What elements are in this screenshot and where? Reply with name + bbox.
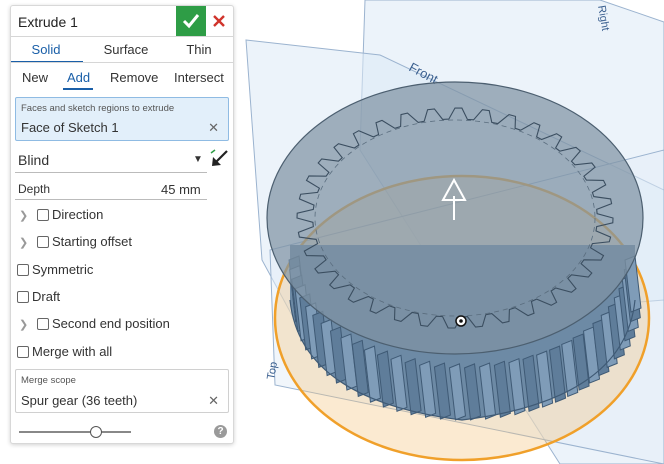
accept-button[interactable] [176, 6, 206, 36]
arrow-down-left-icon [210, 149, 228, 166]
clear-faces-icon[interactable]: ✕ [208, 120, 219, 136]
tab-solid[interactable]: Solid [21, 42, 71, 57]
end-type-underline [15, 172, 207, 173]
help-icon[interactable]: ? [214, 425, 227, 438]
tab-thin[interactable]: Thin [179, 42, 219, 57]
clear-merge-scope-icon[interactable]: ✕ [208, 393, 219, 409]
depth-label: Depth [18, 182, 51, 196]
close-icon [213, 15, 225, 27]
chevron-right-icon[interactable]: ❯ [19, 318, 28, 331]
history-slider-track[interactable] [19, 431, 131, 433]
title-divider [11, 36, 233, 37]
symmetric-label: Symmetric [32, 262, 94, 277]
merge-with-all-checkbox[interactable] [17, 346, 29, 358]
flip-direction-icon[interactable] [209, 148, 229, 171]
merge-with-all-label: Merge with all [32, 344, 113, 359]
tabs-divider [11, 62, 233, 63]
faces-selection-field[interactable]: Faces and sketch regions to extrude Face… [15, 97, 229, 141]
direction-label: Direction [52, 207, 104, 222]
draft-checkbox[interactable] [17, 291, 29, 303]
tab-surface[interactable]: Surface [96, 42, 156, 57]
starting-offset-checkbox[interactable] [37, 236, 49, 248]
second-end-checkbox[interactable] [37, 318, 49, 330]
operation-add[interactable]: Add [67, 70, 90, 85]
symmetric-checkbox[interactable] [17, 264, 29, 276]
dialog-title: Extrude 1 [18, 14, 78, 30]
check-icon [182, 14, 200, 29]
operation-add-underline [63, 88, 93, 90]
faces-field-label: Faces and sketch regions to extrude [21, 103, 175, 114]
operation-intersect[interactable]: Intersect [174, 70, 224, 85]
direction-checkbox[interactable] [37, 209, 49, 221]
chevron-right-icon[interactable]: ❯ [19, 209, 28, 222]
chevron-right-icon[interactable]: ❯ [19, 236, 28, 249]
operation-remove[interactable]: Remove [110, 70, 158, 85]
merge-scope-label: Merge scope [21, 375, 76, 386]
draft-label: Draft [32, 289, 61, 304]
history-slider-thumb[interactable] [90, 426, 102, 438]
depth-input[interactable]: 45 mm [161, 182, 201, 197]
merge-scope-field[interactable]: Merge scope Spur gear (36 teeth) ✕ [15, 369, 229, 413]
end-type-select[interactable]: Blind [18, 152, 49, 168]
operation-new[interactable]: New [22, 70, 48, 85]
merge-scope-value: Spur gear (36 teeth) [21, 393, 138, 408]
cancel-button[interactable] [211, 13, 227, 29]
second-end-label: Second end position [52, 316, 170, 331]
center-point[interactable] [455, 315, 467, 327]
faces-field-value: Face of Sketch 1 [21, 120, 119, 135]
starting-offset-label: Starting offset [52, 234, 132, 249]
chevron-down-icon[interactable]: ▼ [193, 154, 203, 165]
extrude-dialog: Extrude 1 Solid Surface Thin New Add Rem… [10, 5, 234, 444]
depth-underline [15, 199, 207, 200]
